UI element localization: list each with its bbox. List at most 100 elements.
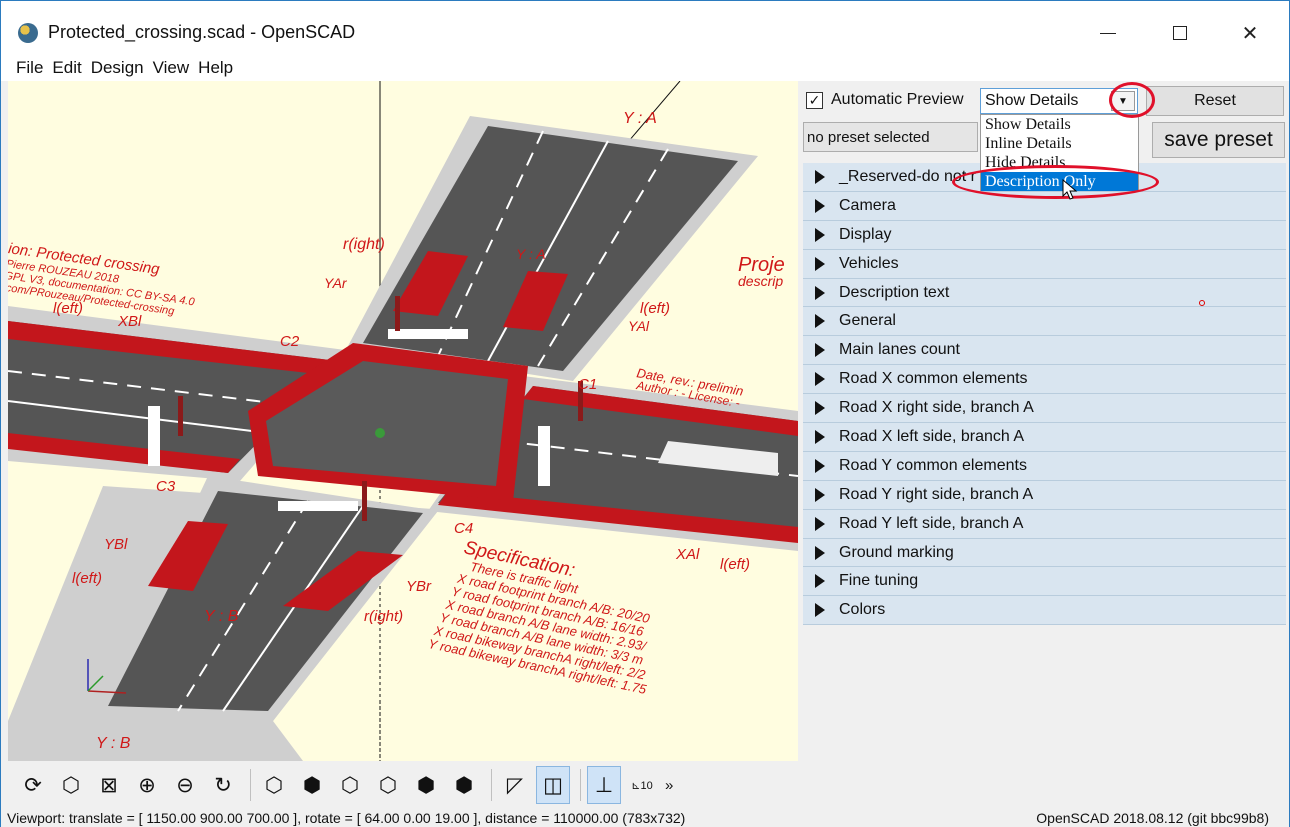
- expand-arrow-icon: [815, 545, 825, 560]
- close-icon: ✕: [1241, 22, 1259, 45]
- version-status: OpenSCAD 2018.08.12 (git bbc99b8): [1036, 810, 1269, 826]
- close-button[interactable]: ✕: [1227, 15, 1273, 51]
- menu-bar: File Edit Design View Help: [1, 57, 1289, 81]
- section-vehicles[interactable]: Vehicles: [803, 249, 1286, 279]
- section-label: Road X left side, branch A: [839, 427, 1024, 445]
- label-ybr: YBr: [406, 578, 432, 595]
- section-ground-marking[interactable]: Ground marking: [803, 538, 1286, 568]
- view-right-icon: ⬡: [264, 773, 284, 797]
- view-toolbar: ⟳ ⬡ ⊠ ⊕ ⊖ ↻ ⬡ ⬢ ⬡ ⬡ ⬢ ⬢ ◸ ◫ ⊥ ⊾10 »: [8, 761, 798, 809]
- render-button[interactable]: ⬡: [54, 766, 88, 804]
- 3d-viewport[interactable]: Y : A r(ight) YAr Y : A l(eft) YAl XBl l…: [8, 81, 798, 761]
- viewport-scene: Y : A r(ight) YAr Y : A l(eft) YAl XBl l…: [8, 81, 798, 761]
- reset-view-button[interactable]: ↻: [206, 766, 240, 804]
- view-back-button[interactable]: ⬢: [447, 766, 481, 804]
- perspective-icon: ◸: [506, 773, 524, 797]
- section-road-y-right-a[interactable]: Road Y right side, branch A: [803, 480, 1286, 510]
- section-label: Ground marking: [839, 543, 954, 561]
- show-scale-button[interactable]: ⊾10: [625, 766, 659, 804]
- expand-arrow-icon: [815, 487, 825, 502]
- expand-arrow-icon: [815, 603, 825, 618]
- automatic-preview-row[interactable]: ✓ Automatic Preview: [806, 91, 964, 109]
- section-label: Road Y left side, branch A: [839, 514, 1024, 532]
- section-general[interactable]: General: [803, 307, 1286, 337]
- menu-design[interactable]: Design: [91, 57, 144, 81]
- maximize-button[interactable]: [1157, 15, 1203, 51]
- label-c1: C1: [578, 376, 597, 393]
- section-road-x-common[interactable]: Road X common elements: [803, 365, 1286, 395]
- view-top-button[interactable]: ⬢: [295, 766, 329, 804]
- section-description-text[interactable]: Description text: [803, 278, 1286, 308]
- openscad-logo-icon: [18, 23, 38, 43]
- view-top-icon: ⬢: [302, 773, 322, 797]
- label-descrip: descrip: [738, 273, 783, 289]
- traffic-light-1: [395, 296, 400, 331]
- window-title: Protected_crossing.scad - OpenSCAD: [48, 22, 356, 42]
- automatic-preview-checkbox[interactable]: ✓: [806, 91, 823, 109]
- view-front-button[interactable]: ⬢: [409, 766, 443, 804]
- save-preset-button[interactable]: save preset: [1152, 122, 1285, 158]
- section-road-y-left-a[interactable]: Road Y left side, branch A: [803, 509, 1286, 539]
- detail-mode-value: Show Details: [985, 92, 1079, 109]
- view-bottom-icon: ⬡: [340, 773, 360, 797]
- minimize-button[interactable]: [1085, 15, 1131, 51]
- zoom-out-icon: ⊖: [176, 773, 194, 797]
- view-right-button[interactable]: ⬡: [257, 766, 291, 804]
- label-c2: C2: [280, 333, 300, 350]
- zebra-south: [278, 501, 358, 511]
- reset-button[interactable]: Reset: [1146, 86, 1284, 116]
- menu-view[interactable]: View: [153, 57, 190, 81]
- zoom-out-button[interactable]: ⊖: [168, 766, 202, 804]
- section-label: Road Y right side, branch A: [839, 485, 1034, 503]
- view-left-button[interactable]: ⬡: [371, 766, 405, 804]
- expand-arrow-icon: [815, 401, 825, 416]
- orthogonal-button[interactable]: ◫: [536, 766, 570, 804]
- view-all-button[interactable]: ⊠: [92, 766, 126, 804]
- expand-arrow-icon: [815, 198, 825, 213]
- toolbar-overflow-button[interactable]: »: [665, 777, 673, 794]
- view-front-icon: ⬢: [416, 773, 436, 797]
- section-label: Road X common elements: [839, 370, 1028, 388]
- expand-arrow-icon: [815, 372, 825, 387]
- menu-file[interactable]: File: [16, 57, 43, 81]
- section-road-x-right-a[interactable]: Road X right side, branch A: [803, 394, 1286, 424]
- menu-edit[interactable]: Edit: [52, 57, 81, 81]
- section-label: Camera: [839, 196, 896, 214]
- expand-arrow-icon: [815, 429, 825, 444]
- view-bottom-button[interactable]: ⬡: [333, 766, 367, 804]
- toolbar-separator: [250, 769, 251, 801]
- zoom-in-button[interactable]: ⊕: [130, 766, 164, 804]
- orthogonal-icon: ◫: [543, 773, 563, 797]
- section-label: Colors: [839, 601, 886, 619]
- origin-marker: [375, 428, 385, 438]
- perspective-button[interactable]: ◸: [498, 766, 532, 804]
- preview-button[interactable]: ⟳: [16, 766, 50, 804]
- show-axes-button[interactable]: ⊥: [587, 766, 621, 804]
- render-icon: ⬡: [61, 773, 81, 797]
- label-left-bottom: l(eft): [72, 570, 102, 587]
- toolbar-separator: [491, 769, 492, 801]
- checkmark-icon: ✓: [808, 92, 821, 108]
- description-block: ion: Protected crossing Pierre ROUZEAU 2…: [8, 240, 196, 318]
- preset-select[interactable]: no preset selected: [803, 122, 978, 152]
- section-road-x-left-a[interactable]: Road X left side, branch A: [803, 423, 1286, 452]
- menu-help[interactable]: Help: [198, 57, 233, 81]
- expand-arrow-icon: [815, 458, 825, 473]
- preview-icon: ⟳: [24, 773, 42, 797]
- minimize-icon: [1100, 32, 1116, 34]
- expand-arrow-icon: [815, 169, 825, 184]
- section-fine-tuning[interactable]: Fine tuning: [803, 567, 1286, 597]
- section-main-lanes-count[interactable]: Main lanes count: [803, 336, 1286, 366]
- option-inline-details[interactable]: Inline Details: [981, 134, 1138, 153]
- section-label: Vehicles: [839, 254, 899, 272]
- section-colors[interactable]: Colors: [803, 596, 1286, 626]
- section-display[interactable]: Display: [803, 220, 1286, 250]
- section-road-y-common[interactable]: Road Y common elements: [803, 451, 1286, 481]
- section-label: Fine tuning: [839, 572, 919, 590]
- option-show-details[interactable]: Show Details: [981, 115, 1138, 134]
- label-yar: YAr: [324, 275, 348, 291]
- expand-arrow-icon: [815, 227, 825, 242]
- label-right-top: r(ight): [343, 236, 385, 253]
- label-ya-top: Y : A: [623, 110, 657, 127]
- zoom-in-icon: ⊕: [138, 773, 156, 797]
